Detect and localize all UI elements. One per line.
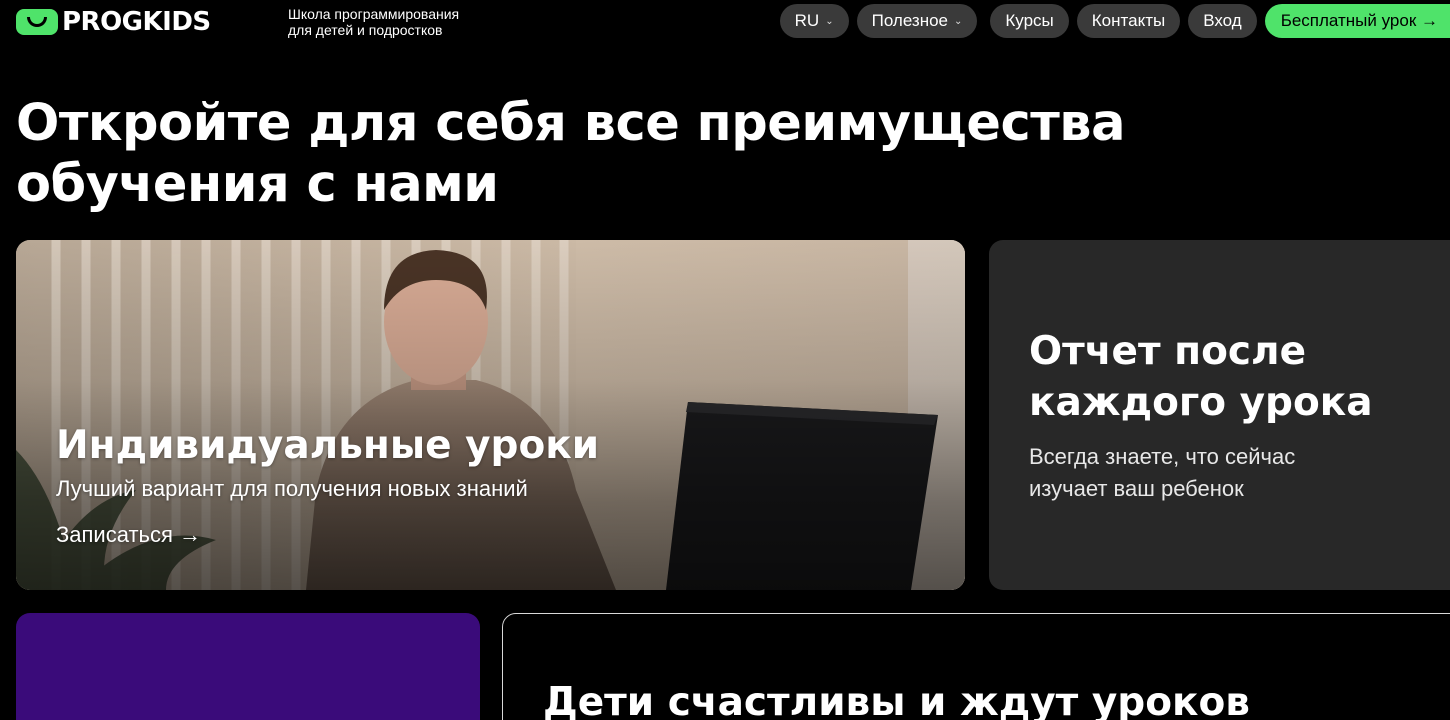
report-title-line-2: каждого урока	[1029, 380, 1373, 425]
enroll-link[interactable]: Записаться →	[56, 521, 201, 549]
main-nav: RU ⌄ Полезное ⌄ Курсы Контакты Вход Бесп…	[779, 4, 1450, 38]
individual-lessons-card[interactable]: Индивидуальные уроки Лучший вариант для …	[16, 240, 965, 590]
logo-text: PROGKIDS	[62, 7, 211, 37]
report-subtitle-line-2: изучает ваш ребенок	[1029, 476, 1244, 501]
smile-logo-icon	[16, 9, 58, 35]
report-title-line-1: Отчет после	[1029, 329, 1307, 374]
logo[interactable]: PROGKIDS	[16, 7, 211, 37]
language-label: RU	[794, 11, 820, 30]
page-title-line-1: Откройте для себя все преимущества	[16, 94, 1125, 153]
contacts-link[interactable]: Контакты	[1076, 4, 1181, 38]
page: PROGKIDS Школа программирования для дете…	[0, 0, 1450, 720]
page-title-line-2: обучения с нами	[16, 155, 499, 214]
page-title: Откройте для себя все преимущества обуче…	[16, 93, 1166, 215]
chevron-down-icon: ⌄	[954, 15, 963, 27]
tagline: Школа программирования для детей и подро…	[288, 6, 518, 38]
chevron-down-icon: ⌄	[825, 15, 834, 27]
individual-lessons-subtitle: Лучший вариант для получения новых знани…	[56, 476, 528, 501]
happy-kids-card: Дети счастливы и ждут уроков	[502, 613, 1450, 720]
courses-label: Курсы	[1005, 11, 1054, 30]
free-lesson-button[interactable]: Бесплатный урок →	[1264, 4, 1450, 38]
login-button[interactable]: Вход	[1188, 4, 1257, 38]
useful-menu-button[interactable]: Полезное ⌄	[856, 4, 978, 38]
login-label: Вход	[1203, 11, 1242, 30]
purple-card	[16, 613, 480, 720]
report-subtitle-line-1: Всегда знаете, что сейчас	[1029, 444, 1296, 469]
report-card: Отчет после каждого урока Всегда знаете,…	[989, 240, 1450, 590]
useful-label: Полезное	[871, 11, 948, 30]
report-subtitle: Всегда знаете, что сейчас изучает ваш ре…	[1029, 441, 1419, 505]
happy-kids-title: Дети счастливы и ждут уроков	[543, 680, 1250, 720]
contacts-label: Контакты	[1091, 11, 1166, 30]
report-title: Отчет после каждого урока	[1029, 326, 1429, 428]
site-header: PROGKIDS Школа программирования для дете…	[0, 0, 1450, 44]
individual-lessons-title: Индивидуальные уроки	[56, 423, 600, 468]
tagline-line-2: для детей и подростков	[288, 22, 443, 38]
tagline-line-1: Школа программирования	[288, 6, 460, 22]
language-selector[interactable]: RU ⌄	[779, 4, 849, 38]
free-lesson-label: Бесплатный урок →	[1280, 11, 1438, 30]
courses-link[interactable]: Курсы	[990, 4, 1069, 38]
